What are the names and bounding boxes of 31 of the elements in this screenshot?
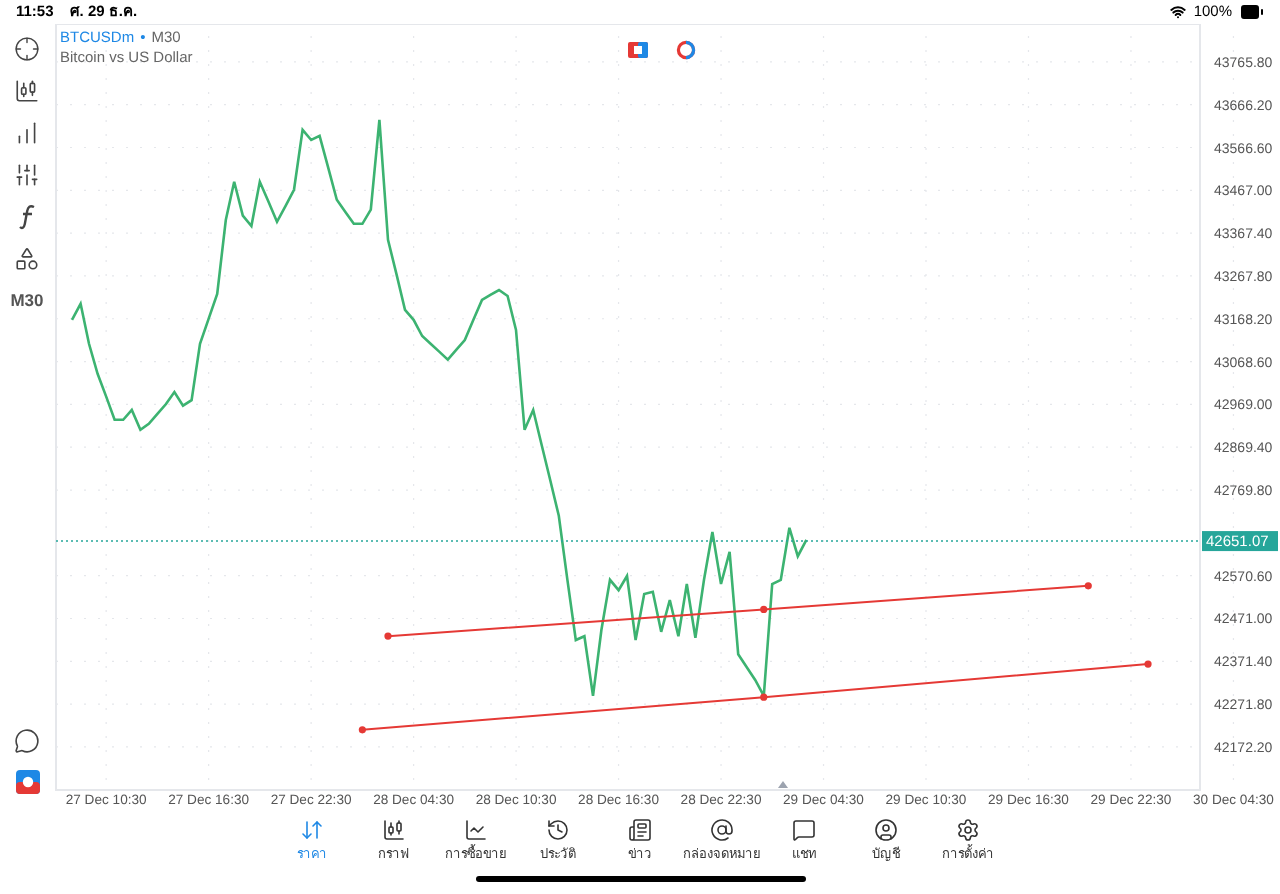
tab-icon — [792, 818, 816, 842]
candlestick-icon[interactable] — [14, 78, 40, 104]
tab-icon — [628, 818, 652, 842]
trend-line[interactable] — [358, 660, 1152, 734]
app-logo-icon[interactable] — [15, 770, 39, 794]
point — [1144, 660, 1152, 668]
point — [384, 632, 392, 640]
trend-line[interactable] — [384, 582, 1092, 640]
timeframe-label[interactable]: M30 — [10, 288, 44, 314]
tab-icon — [546, 818, 570, 842]
tab-icon — [464, 818, 488, 842]
wifi-icon — [1169, 4, 1186, 20]
tab-icon — [956, 818, 980, 842]
trade-panel-icon[interactable] — [628, 42, 648, 58]
tab-icon — [300, 818, 324, 842]
scroll-marker-icon[interactable] — [778, 781, 788, 788]
point — [760, 693, 768, 701]
function-icon[interactable] — [17, 204, 37, 230]
point — [1084, 582, 1092, 590]
tab-icon — [874, 818, 898, 842]
tab-icon — [710, 818, 734, 842]
point — [760, 605, 768, 614]
shapes-icon[interactable] — [14, 246, 40, 272]
tab-icon — [382, 818, 406, 842]
point — [358, 726, 366, 734]
battery-icon — [1240, 0, 1264, 24]
chat-bubble-icon[interactable] — [14, 728, 40, 754]
crosshair-icon[interactable] — [14, 36, 40, 62]
sliders-icon[interactable] — [14, 162, 40, 188]
ring-icon[interactable] — [676, 40, 696, 60]
bar-chart-icon[interactable] — [14, 120, 40, 146]
